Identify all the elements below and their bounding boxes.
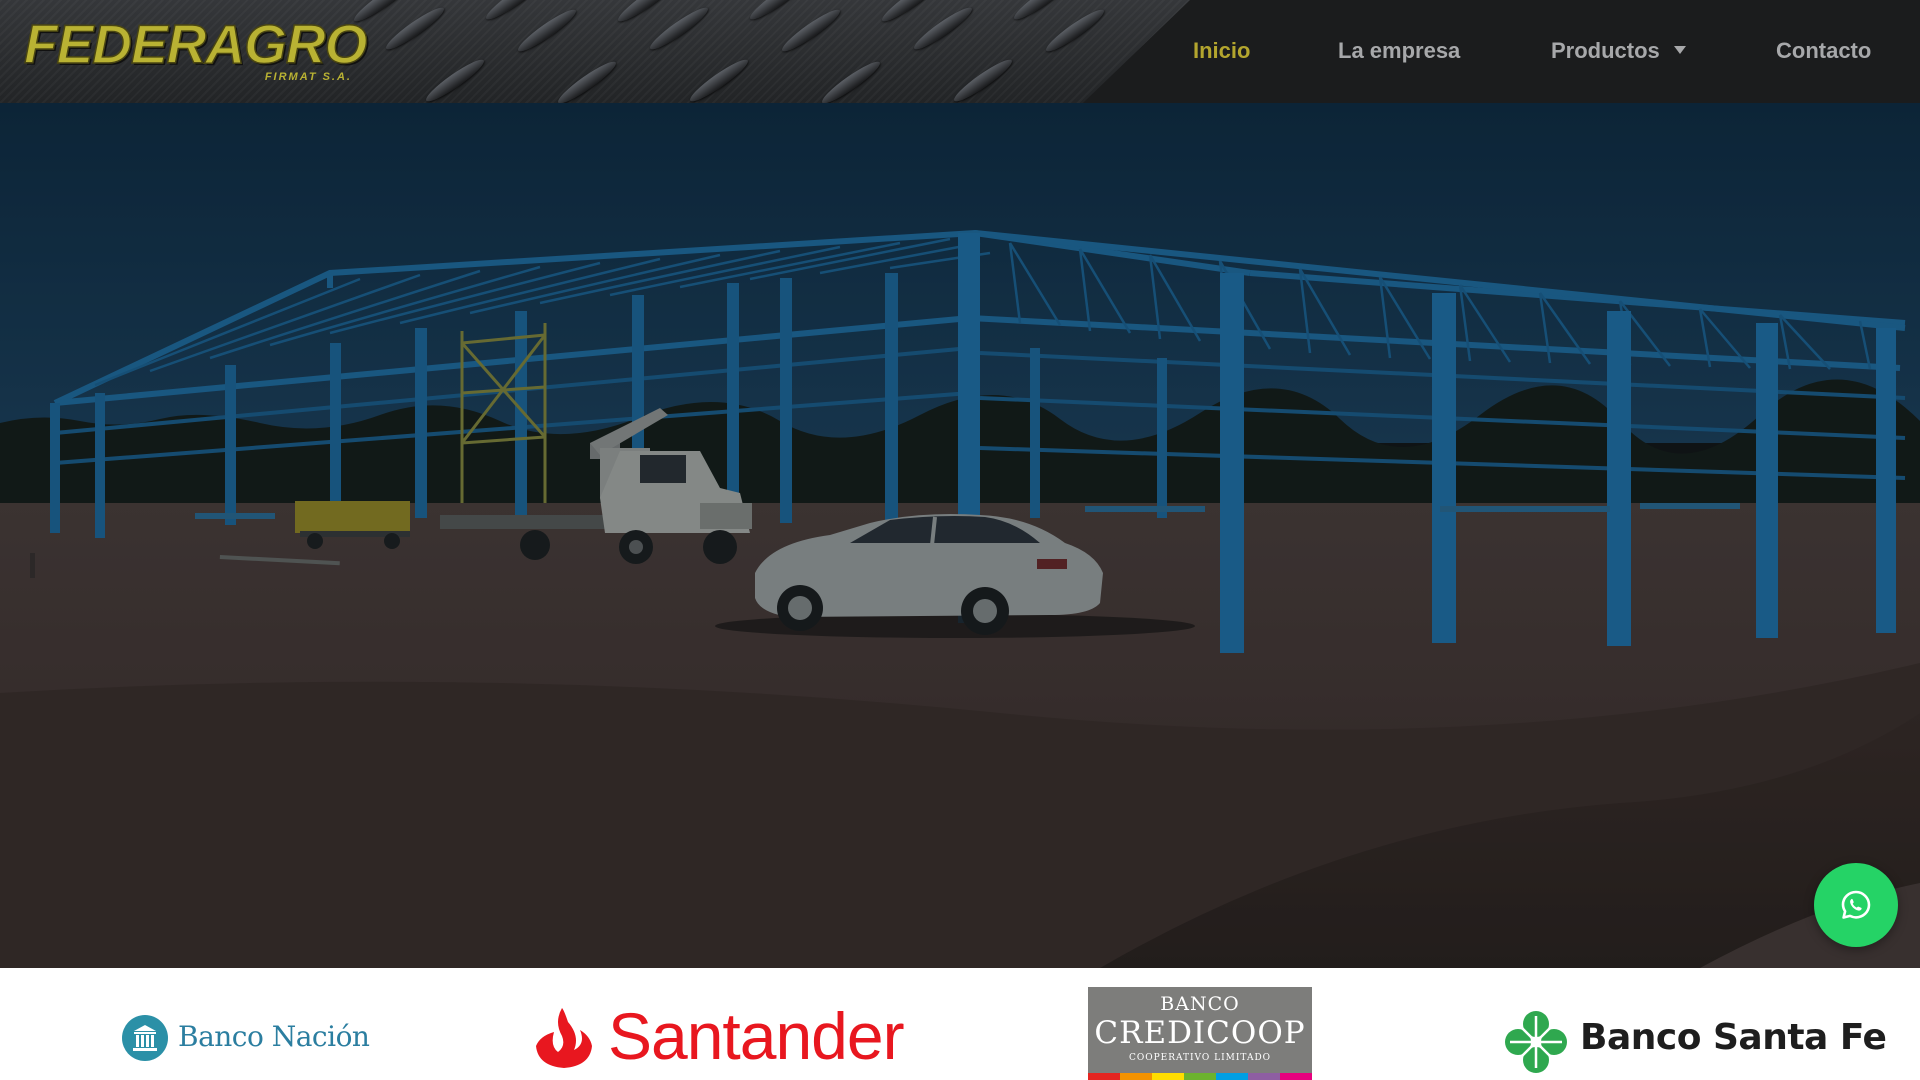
bank-building-icon (122, 1015, 168, 1061)
banco-santa-fe-logo-text: Banco Santa Fe (1580, 1017, 1887, 1058)
nav-item-contacto[interactable]: Contacto (1776, 38, 1871, 64)
federagro-logo[interactable]: FEDERAGRO FIRMAT S.A. (23, 13, 368, 86)
credicoop-subtitle: COOPERATIVO LIMITADO (1128, 1053, 1272, 1063)
nav-item-inicio[interactable]: Inicio (1193, 38, 1250, 64)
main-nav: Inicio La empresa Productos Contacto (1120, 0, 1920, 103)
logo-subtitle: FIRMAT S.A. (264, 71, 352, 83)
whatsapp-button[interactable] (1814, 863, 1898, 947)
plate-tread (1042, 5, 1108, 56)
plate-tread (514, 5, 580, 56)
credicoop-main-text: CREDICOOP (1094, 1015, 1306, 1051)
stripe-segment (1216, 1073, 1248, 1080)
plate-tread (818, 57, 884, 103)
plate-tread (746, 0, 812, 24)
plate-tread (422, 55, 488, 103)
stripe-segment (1248, 1073, 1280, 1080)
plate-tread (1010, 0, 1076, 24)
nav-item-productos-label: Productos (1551, 38, 1660, 63)
site-header: FEDERAGRO FIRMAT S.A. Inicio La empresa … (0, 0, 1920, 103)
stripe-segment (1088, 1073, 1120, 1080)
plate-tread (686, 55, 752, 103)
warehouse-construction-illustration (0, 103, 1920, 968)
plate-tread (950, 55, 1016, 103)
caret-down-icon (1673, 46, 1686, 55)
hero-image (0, 103, 1920, 968)
plate-tread (554, 57, 620, 103)
stripe-segment (1152, 1073, 1184, 1080)
credicoop-top-text: BANCO (1160, 993, 1240, 1015)
clover-icon (1504, 1010, 1568, 1079)
plate-tread (646, 3, 712, 54)
nav-item-la-empresa[interactable]: La empresa (1338, 38, 1460, 64)
credicoop-logo: BANCO CREDICOOP COOPERATIVO LIMITADO (1088, 987, 1312, 1080)
plate-tread (878, 0, 944, 26)
santander-logo-text: Santander (608, 999, 905, 1073)
flame-icon (528, 1006, 600, 1075)
plate-tread (482, 0, 548, 24)
bank-logos-strip: Banco Nación Santander BANCO CREDICOOP C… (0, 968, 1920, 1080)
stripe-segment (1120, 1073, 1152, 1080)
credicoop-color-stripe (1088, 1073, 1312, 1080)
stripe-segment (1184, 1073, 1216, 1080)
page: FEDERAGRO FIRMAT S.A. Inicio La empresa … (0, 0, 1920, 1080)
stripe-segment (1280, 1073, 1312, 1080)
plate-tread (778, 5, 844, 56)
plate-tread (910, 3, 976, 54)
plate-tread (614, 0, 680, 26)
whatsapp-icon (1841, 890, 1871, 919)
logo-name: FEDERAGRO (23, 13, 368, 75)
banco-nacion-logo-text: Banco Nación (178, 1020, 370, 1053)
plate-tread (382, 3, 448, 54)
nav-item-productos[interactable]: Productos (1551, 38, 1686, 64)
